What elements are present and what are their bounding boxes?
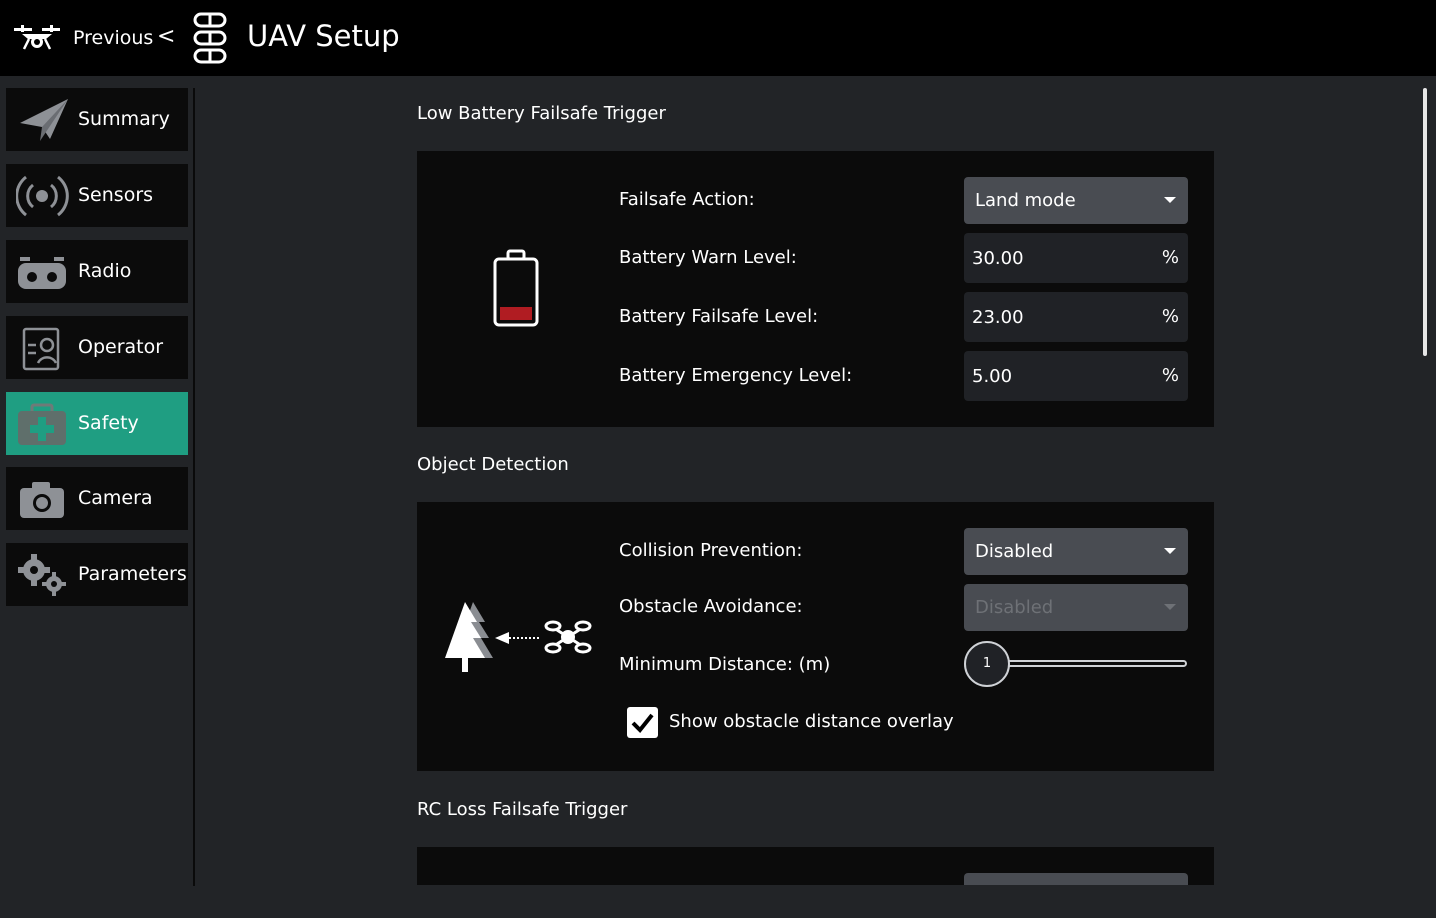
minimum-distance-label: Minimum Distance: (m) bbox=[619, 654, 831, 675]
section-title-low-battery: Low Battery Failsafe Trigger bbox=[417, 103, 666, 124]
sidebar-item-label: Radio bbox=[78, 260, 132, 282]
battery-warn-field[interactable]: % bbox=[964, 233, 1188, 283]
obstacle-avoidance-value: Disabled bbox=[975, 597, 1054, 618]
rc-loss-action-dropdown[interactable] bbox=[964, 873, 1188, 885]
sidebar-item-summary[interactable]: Summary bbox=[6, 88, 188, 151]
first-aid-kit-icon bbox=[18, 403, 66, 445]
sidebar-item-sensors[interactable]: Sensors bbox=[6, 164, 188, 227]
obstacle-detection-icon bbox=[445, 602, 592, 672]
vehicle-setup-icon bbox=[193, 12, 227, 64]
sidebar-item-label: Camera bbox=[78, 487, 153, 509]
battery-failsafe-input[interactable] bbox=[972, 292, 1152, 342]
sidebar-item-label: Sensors bbox=[78, 184, 154, 206]
section-title-object-detection: Object Detection bbox=[417, 454, 569, 475]
battery-emergency-label: Battery Emergency Level: bbox=[619, 365, 853, 386]
sidebar-item-label: Summary bbox=[78, 108, 170, 130]
checkmark-icon bbox=[631, 713, 654, 733]
battery-low-icon bbox=[493, 249, 539, 327]
sidebar-item-label: Operator bbox=[78, 336, 164, 358]
drone-icon[interactable] bbox=[12, 22, 62, 54]
sidebar-item-operator[interactable]: Operator bbox=[6, 316, 188, 379]
operator-icon bbox=[22, 327, 60, 371]
previous-button[interactable]: Previous bbox=[73, 27, 153, 49]
sidebar-item-parameters[interactable]: Parameters bbox=[6, 543, 188, 606]
battery-warn-input[interactable] bbox=[972, 233, 1152, 283]
show-overlay-label[interactable]: Show obstacle distance overlay bbox=[669, 711, 954, 732]
page-title: UAV Setup bbox=[247, 19, 400, 53]
chevron-down-icon bbox=[1164, 604, 1176, 610]
sidebar-item-radio[interactable]: Radio bbox=[6, 240, 188, 303]
sidebar-item-label: Safety bbox=[78, 412, 139, 434]
radio-controller-icon bbox=[18, 257, 66, 289]
sidebar-item-label: Parameters bbox=[78, 563, 187, 585]
low-battery-panel: Failsafe Action: Land mode Battery Warn … bbox=[417, 151, 1214, 427]
object-detection-panel: Collision Prevention: Disabled Obstacle … bbox=[417, 502, 1214, 771]
sidebar-item-camera[interactable]: Camera bbox=[6, 467, 188, 530]
collision-prevention-value: Disabled bbox=[975, 541, 1054, 562]
percent-unit: % bbox=[1161, 365, 1179, 386]
percent-unit: % bbox=[1161, 247, 1179, 268]
failsafe-action-value: Land mode bbox=[975, 190, 1076, 211]
sidebar-divider bbox=[193, 88, 195, 886]
collision-prevention-dropdown[interactable]: Disabled bbox=[964, 528, 1188, 575]
battery-failsafe-label: Battery Failsafe Level: bbox=[619, 306, 819, 327]
paper-plane-icon bbox=[20, 99, 68, 141]
chevron-down-icon bbox=[1164, 197, 1176, 203]
minimum-distance-slider-handle[interactable]: 1 bbox=[964, 641, 1010, 687]
rc-loss-panel bbox=[417, 847, 1214, 885]
collision-prevention-label: Collision Prevention: bbox=[619, 540, 803, 561]
chevron-left-icon[interactable]: < bbox=[157, 24, 175, 49]
battery-emergency-input[interactable] bbox=[972, 351, 1152, 401]
failsafe-action-dropdown[interactable]: Land mode bbox=[964, 177, 1188, 224]
section-title-rc-loss: RC Loss Failsafe Trigger bbox=[417, 799, 628, 820]
vertical-scrollbar[interactable] bbox=[1423, 88, 1427, 356]
camera-icon bbox=[20, 482, 64, 518]
obstacle-avoidance-dropdown: Disabled bbox=[964, 584, 1188, 631]
failsafe-action-label: Failsafe Action: bbox=[619, 189, 755, 210]
percent-unit: % bbox=[1161, 306, 1179, 327]
battery-warn-label: Battery Warn Level: bbox=[619, 247, 797, 268]
obstacle-avoidance-label: Obstacle Avoidance: bbox=[619, 596, 803, 617]
chevron-down-icon bbox=[1164, 548, 1176, 554]
top-toolbar: Previous < UAV Setup bbox=[0, 0, 1436, 76]
minimum-distance-slider-track[interactable] bbox=[987, 660, 1187, 667]
show-overlay-checkbox[interactable] bbox=[627, 707, 658, 738]
gears-icon bbox=[18, 554, 66, 596]
sidebar-item-safety[interactable]: Safety bbox=[6, 392, 188, 455]
battery-failsafe-field[interactable]: % bbox=[964, 292, 1188, 342]
sensor-signal-icon bbox=[16, 175, 69, 217]
battery-emergency-field[interactable]: % bbox=[964, 351, 1188, 401]
